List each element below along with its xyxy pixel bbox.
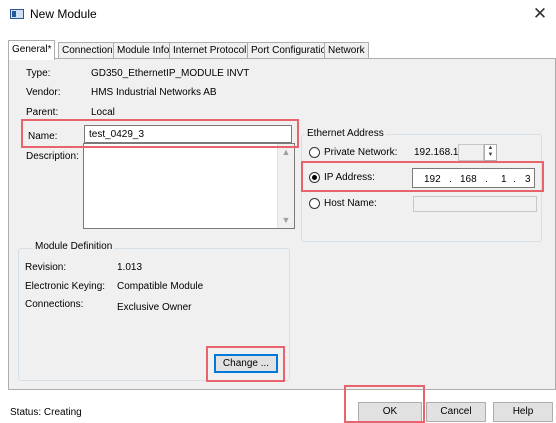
- change-button[interactable]: Change ...: [214, 354, 278, 373]
- name-label: Name:: [28, 131, 58, 142]
- scroll-down-icon[interactable]: ▼: [278, 212, 294, 228]
- vendor-value: HMS Industrial Networks AB: [91, 87, 217, 98]
- description-label: Description:: [26, 151, 79, 162]
- scroll-up-icon[interactable]: ▲: [278, 144, 294, 160]
- window-title: New Module: [30, 7, 97, 21]
- tab-strip: General* Connection Module Info Internet…: [8, 40, 556, 60]
- help-button[interactable]: Help: [493, 402, 553, 422]
- revision-label: Revision:: [25, 262, 67, 273]
- tab-module-info[interactable]: Module Info: [113, 42, 174, 59]
- description-scrollbar[interactable]: ▲ ▼: [277, 144, 294, 228]
- ip-octet-2: 168: [460, 174, 477, 185]
- ethernet-address-title: Ethernet Address: [305, 128, 386, 139]
- private-network-radio[interactable]: [309, 147, 320, 158]
- private-network-label: Private Network:: [324, 147, 398, 158]
- ok-button[interactable]: OK: [358, 402, 422, 422]
- parent-label: Parent:: [26, 107, 59, 118]
- ip-address-radio[interactable]: [309, 172, 320, 183]
- tab-port-configuration[interactable]: Port Configuration: [247, 42, 336, 59]
- close-icon[interactable]: ✕: [524, 0, 556, 28]
- ip-dot: .: [485, 174, 488, 185]
- tab-connection[interactable]: Connection: [58, 42, 117, 59]
- window-icon: [10, 9, 24, 19]
- revision-value: 1.013: [117, 262, 143, 273]
- cancel-button[interactable]: Cancel: [426, 402, 486, 422]
- ip-octet-1: 192: [424, 174, 441, 185]
- host-name-label: Host Name:: [324, 198, 377, 209]
- host-name-input[interactable]: [413, 196, 537, 212]
- connections-label: Connections:: [25, 299, 84, 310]
- ip-address-input[interactable]: 192 . 168 . 1 . 3: [412, 168, 535, 188]
- parent-value: Local: [91, 107, 115, 118]
- private-network-suffix-input[interactable]: [458, 144, 484, 161]
- ip-octet-3: 1: [501, 174, 507, 185]
- ip-address-label: IP Address:: [324, 172, 375, 183]
- host-name-radio[interactable]: [309, 198, 320, 209]
- connections-value: Exclusive Owner: [117, 302, 192, 313]
- status-text: Status: Creating: [10, 407, 82, 418]
- ip-dot: .: [449, 174, 452, 185]
- electronic-keying-label: Electronic Keying:: [25, 281, 106, 292]
- spin-updown-icon[interactable]: ▲ ▼: [484, 144, 497, 161]
- private-network-prefix: 192.168.1.: [414, 147, 462, 158]
- description-textarea[interactable]: ▲ ▼: [83, 143, 295, 229]
- type-value: GD350_EthernetIP_MODULE INVT: [91, 68, 250, 79]
- module-definition-title: Module Definition: [33, 241, 115, 252]
- name-input[interactable]: test_0429_3: [84, 125, 292, 143]
- tab-general[interactable]: General*: [8, 40, 56, 60]
- ip-dot: .: [513, 174, 516, 185]
- tab-network[interactable]: Network: [324, 42, 369, 59]
- vendor-label: Vendor:: [26, 87, 61, 98]
- ip-octet-4: 3: [525, 174, 531, 185]
- tab-internet-protocol[interactable]: Internet Protocol: [169, 42, 251, 59]
- electronic-keying-value: Compatible Module: [117, 281, 204, 292]
- type-label: Type:: [26, 68, 51, 79]
